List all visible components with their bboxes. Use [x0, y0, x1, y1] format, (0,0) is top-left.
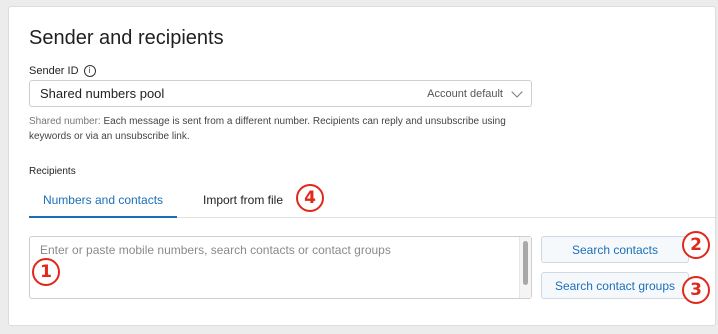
sender-id-select[interactable]: Shared numbers pool Account default [29, 80, 532, 107]
annotation-marker-1: 1 [32, 258, 60, 286]
tab-import-from-file[interactable]: Import from file [203, 193, 283, 216]
recipients-label: Recipients [29, 166, 76, 177]
recipients-input-placeholder: Enter or paste mobile numbers, search co… [40, 243, 391, 257]
chevron-down-icon [511, 85, 523, 98]
scrollbar-thumb[interactable] [523, 241, 528, 285]
recipients-input[interactable]: Enter or paste mobile numbers, search co… [29, 236, 532, 299]
help-description: Each message is sent from a different nu… [29, 116, 506, 142]
sender-id-selected-value: Shared numbers pool [40, 86, 165, 101]
sender-id-select-right: Account default [427, 85, 523, 100]
search-contact-groups-button[interactable]: Search contact groups [541, 272, 689, 299]
sender-recipients-card: Sender and recipients Sender ID i Shared… [8, 6, 717, 326]
sender-id-label-text: Sender ID [29, 65, 79, 77]
annotation-marker-4: 4 [296, 184, 324, 212]
tab-numbers-and-contacts[interactable]: Numbers and contacts [29, 193, 177, 218]
search-contacts-button[interactable]: Search contacts [541, 236, 689, 263]
section-title: Sender and recipients [29, 27, 224, 49]
sender-id-label: Sender ID i [29, 65, 96, 77]
recipients-scrollbar[interactable] [519, 237, 531, 298]
help-term: Shared number: [29, 116, 101, 127]
account-default-badge: Account default [427, 87, 503, 100]
annotation-marker-2: 2 [682, 231, 710, 259]
recipients-tabs: Numbers and contacts Import from file [29, 187, 717, 218]
info-icon[interactable]: i [83, 65, 96, 77]
annotation-marker-3: 3 [682, 276, 710, 304]
sender-help-text: Shared number: Each message is sent from… [29, 114, 549, 144]
